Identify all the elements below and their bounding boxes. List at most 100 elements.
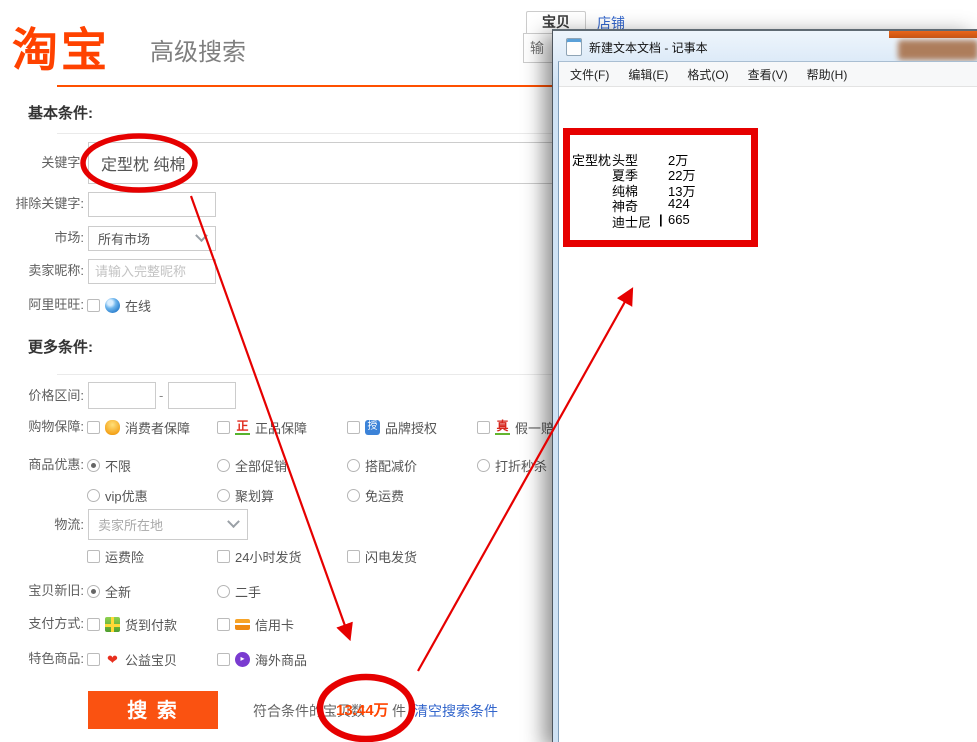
option-genuine-guarantee[interactable]: 正 正品保障 [217,419,307,435]
option-promo-free-shipping[interactable]: 免运费 [347,487,404,503]
keyword-label: 关键字: [6,155,84,171]
option-label: 聚划算 [235,486,274,505]
promo-flash-sale-radio[interactable] [477,459,490,472]
menu-file[interactable]: 文件(F) [565,64,614,85]
notepad-window: 新建文本文档 - 记事本 文件(F) 编辑(E) 格式(O) 查看(V) 帮助(… [552,29,977,742]
promo-label: 商品优惠: [6,457,84,473]
lightning-shipping-checkbox[interactable] [347,550,360,563]
price-min-input[interactable] [88,382,156,409]
exclude-keyword-label: 排除关键字: [6,196,84,212]
option-credit-card[interactable]: 信用卡 [217,616,294,632]
chevron-down-icon [195,229,208,242]
payment-label: 支付方式: [6,616,84,632]
exclude-keyword-input[interactable] [88,192,216,217]
credit-card-checkbox[interactable] [217,618,230,631]
logistics-select[interactable]: 卖家所在地 [88,509,248,540]
option-charity-item[interactable]: ❤ 公益宝贝 [87,651,177,667]
genuine-guarantee-icon: 正 [235,420,250,435]
overseas-item-checkbox[interactable] [217,653,230,666]
option-label: 海外商品 [255,650,307,669]
special-label: 特色商品: [6,651,84,667]
option-label: 闪电发货 [365,547,417,566]
menu-help[interactable]: 帮助(H) [802,64,853,85]
brand-authorization-checkbox[interactable] [347,421,360,434]
option-label: 全新 [105,582,131,601]
option-promo-flash-sale[interactable]: 打折秒杀 [477,457,547,473]
brand-new-radio[interactable] [87,585,100,598]
option-24h-shipping[interactable]: 24小时发货 [217,548,301,564]
price-max-input[interactable] [168,382,236,409]
option-promo-vip[interactable]: vip优惠 [87,487,148,503]
option-label: 信用卡 [255,615,294,634]
notepad-title: 新建文本文档 - 记事本 [589,39,708,56]
consumer-protection-icon [105,420,120,435]
option-label: 24小时发货 [235,547,301,566]
option-label: 搭配减价 [365,456,417,475]
glass-showthrough [889,31,977,38]
option-promo-bundle[interactable]: 搭配减价 [347,457,417,473]
promo-free-shipping-radio[interactable] [347,489,360,502]
condition-label: 宝贝新旧: [6,583,84,599]
option-label: 消费者保障 [125,418,190,437]
charity-item-checkbox[interactable] [87,653,100,666]
option-label: 公益宝贝 [125,650,177,669]
section-more-heading: 更多条件: [28,336,93,357]
promo-bundle-radio[interactable] [347,459,360,472]
shopping-protection-label: 购物保障: [6,419,84,435]
fake-compensation-icon: 真 [495,420,510,435]
option-consumer-protection[interactable]: 消费者保障 [87,419,190,435]
seller-nickname-input[interactable] [88,259,216,284]
menu-view[interactable]: 查看(V) [743,64,793,85]
option-lightning-shipping[interactable]: 闪电发货 [347,548,417,564]
text-caret: | [659,212,663,227]
option-label: 不限 [105,456,131,475]
24h-shipping-checkbox[interactable] [217,550,230,563]
option-brand-authorization[interactable]: 授 品牌授权 [347,419,437,435]
menu-edit[interactable]: 编辑(E) [623,64,673,85]
notepad-title-bar[interactable]: 新建文本文档 - 记事本 [553,31,977,61]
cod-checkbox[interactable] [87,618,100,631]
taobao-logo: 淘宝 [12,14,110,80]
charity-heart-icon: ❤ [105,652,120,667]
consumer-protection-checkbox[interactable] [87,421,100,434]
option-second-hand[interactable]: 二手 [217,583,261,599]
shipping-insurance-checkbox[interactable] [87,550,100,563]
option-promo-unlimited[interactable]: 不限 [87,457,131,473]
keyword-input[interactable] [88,142,553,184]
search-button[interactable]: 搜 索 [88,691,218,729]
logistics-label: 物流: [6,517,84,533]
option-label: 运费险 [105,547,144,566]
fake-compensation-checkbox[interactable] [477,421,490,434]
option-brand-new[interactable]: 全新 [87,583,131,599]
logistics-selected-value: 卖家所在地 [98,515,163,534]
option-promo-juhuasuan[interactable]: 聚划算 [217,487,274,503]
promo-unlimited-radio[interactable] [87,459,100,472]
price-dash: - [159,388,163,403]
cod-icon [105,617,120,632]
notepad-line: 定型枕 头型 2万 [572,150,792,165]
market-select[interactable]: 所有市场 [88,226,216,251]
menu-format[interactable]: 格式(O) [682,64,733,85]
promo-vip-radio[interactable] [87,489,100,502]
notepad-text: 424 [668,196,690,211]
market-label: 市场: [6,230,84,246]
notepad-line: 夏季 22万 [572,165,792,180]
option-shipping-insurance[interactable]: 运费险 [87,548,144,564]
option-label: 全部促销 [235,456,287,475]
option-overseas-item[interactable]: ▸ 海外商品 [217,651,307,667]
option-promo-all[interactable]: 全部促销 [217,457,287,473]
option-cod[interactable]: 货到付款 [87,616,177,632]
option-label: 二手 [235,582,261,601]
promo-juhuasuan-radio[interactable] [217,489,230,502]
notepad-line: 神奇 424 [572,196,792,211]
result-count: 13.44万 [336,699,389,720]
second-hand-radio[interactable] [217,585,230,598]
wangwang-online-option[interactable]: 在线 [87,297,151,313]
wangwang-online-checkbox[interactable] [87,299,100,312]
notepad-line: 纯棉 13万 [572,181,792,196]
clear-search-link[interactable]: 清空搜索条件 [414,701,498,721]
genuine-guarantee-checkbox[interactable] [217,421,230,434]
promo-all-radio[interactable] [217,459,230,472]
brand-authorization-icon: 授 [365,420,380,435]
glass-showthrough-blur [898,40,977,60]
